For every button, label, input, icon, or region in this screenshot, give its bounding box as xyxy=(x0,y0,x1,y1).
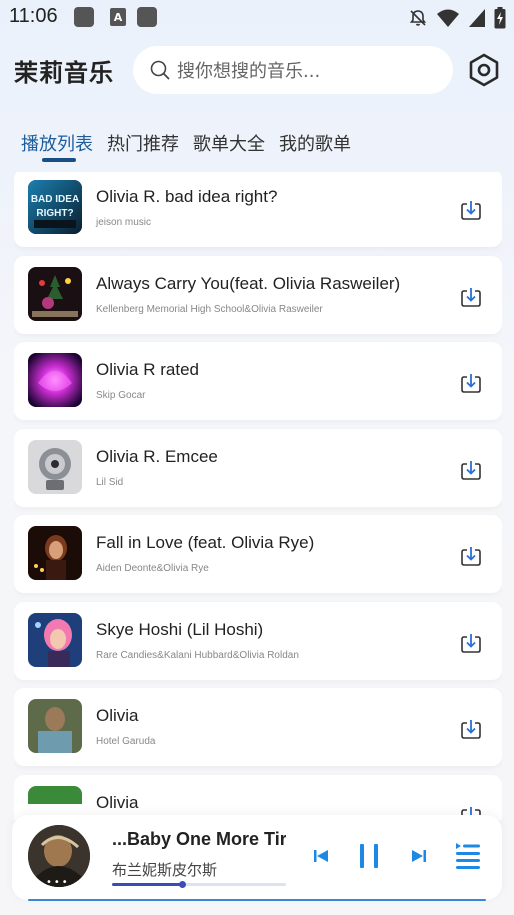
song-list-item[interactable]: BAD IDEA RIGHT? Olivia R. bad idea right… xyxy=(14,172,502,247)
app-a-icon: A xyxy=(110,8,126,26)
song-artist: jeison music xyxy=(96,217,152,228)
song-list-item[interactable]: Olivia Hotel Garuda xyxy=(14,688,502,766)
album-cover-pink-hair xyxy=(28,613,82,667)
tab-hot-recommendations[interactable]: 热门推荐 xyxy=(107,130,179,168)
status-time: 11:06 xyxy=(9,5,58,27)
signal-icon xyxy=(469,9,485,27)
song-title: Olivia R. Emcee xyxy=(96,447,218,466)
song-list-item[interactable]: Olivia R rated Skip Gocar xyxy=(14,342,502,420)
playlist-icon xyxy=(456,843,480,869)
song-list-item[interactable]: Always Carry You(feat. Olivia Rasweiler)… xyxy=(14,256,502,334)
album-cover-neon-tree xyxy=(28,267,82,321)
song-title: Olivia R rated xyxy=(96,360,199,379)
download-icon[interactable] xyxy=(460,199,482,221)
song-list-item[interactable]: Skye Hoshi (Lil Hoshi) Rare Candies&Kala… xyxy=(14,602,502,680)
search-input[interactable]: 搜你想搜的音乐... xyxy=(133,46,453,94)
download-icon[interactable] xyxy=(460,286,482,308)
search-placeholder: 搜你想搜的音乐... xyxy=(177,61,321,82)
previous-button[interactable] xyxy=(312,847,330,865)
tab-playlist[interactable]: 播放列表 xyxy=(21,130,93,168)
notification-icon xyxy=(74,7,94,27)
download-icon[interactable] xyxy=(460,459,482,481)
next-button[interactable] xyxy=(410,847,428,865)
song-title: Fall in Love (feat. Olivia Rye) xyxy=(96,533,315,552)
skip-previous-icon xyxy=(314,850,328,862)
download-icon[interactable] xyxy=(460,372,482,394)
song-title: Olivia R. bad idea right? xyxy=(96,187,278,206)
player-song-title: ...Baby One More Tir xyxy=(112,829,286,849)
tab-all-playlists[interactable]: 歌单大全 xyxy=(193,130,265,168)
player-bottom-accent xyxy=(28,899,486,901)
svg-text:RIGHT?: RIGHT? xyxy=(36,208,73,219)
song-list-item[interactable]: Olivia xyxy=(14,775,502,820)
svg-text:BAD IDEA: BAD IDEA xyxy=(31,194,79,205)
download-icon[interactable] xyxy=(460,545,482,567)
status-icons xyxy=(408,6,506,30)
album-cover-portrait xyxy=(28,699,82,753)
playlist-button[interactable] xyxy=(454,841,482,871)
song-title: Always Carry You(feat. Olivia Rasweiler) xyxy=(96,274,401,293)
song-artist: Kellenberg Memorial High School&Olivia R… xyxy=(96,304,323,315)
song-title: Olivia xyxy=(96,706,139,725)
mini-player[interactable]: ••• ...Baby One More Tir 布兰妮斯皮尔斯 xyxy=(12,815,502,900)
tab-bar: 播放列表 热门推荐 歌单大全 我的歌单 xyxy=(21,130,351,168)
battery-icon xyxy=(494,7,506,29)
song-list-item[interactable]: Olivia R. Emcee Lil Sid xyxy=(14,429,502,507)
album-cover-candles xyxy=(28,526,82,580)
wifi-icon xyxy=(437,9,459,27)
notification-square-icon xyxy=(137,7,157,27)
search-icon xyxy=(150,60,170,80)
album-cover-bad-idea-right: BAD IDEA RIGHT? xyxy=(28,180,82,234)
song-title: Skye Hoshi (Lil Hoshi) xyxy=(96,620,264,639)
song-artist: Aiden Deonte&Olivia Rye xyxy=(96,563,209,574)
progress-knob[interactable] xyxy=(178,881,186,888)
album-cover-robot xyxy=(28,440,82,494)
download-icon[interactable] xyxy=(460,632,482,654)
download-icon[interactable] xyxy=(460,718,482,740)
song-artist: Skip Gocar xyxy=(96,390,146,401)
song-artist: Lil Sid xyxy=(96,477,124,488)
player-cover-dots: ••• xyxy=(46,877,70,888)
pause-button[interactable] xyxy=(356,842,382,870)
player-artist: 布兰妮斯皮尔斯 xyxy=(112,861,218,879)
hexagon-settings-icon xyxy=(469,53,499,87)
tab-my-playlists[interactable]: 我的歌单 xyxy=(279,130,351,168)
pause-icon xyxy=(360,844,378,868)
mute-bell-icon xyxy=(409,10,427,26)
progress-bar[interactable] xyxy=(112,881,286,888)
album-cover-purple-glow xyxy=(28,353,82,407)
song-list[interactable]: BAD IDEA RIGHT? Olivia R. bad idea right… xyxy=(14,172,502,820)
progress-fill xyxy=(112,883,182,886)
song-title: Olivia xyxy=(96,793,139,812)
skip-next-icon xyxy=(412,850,426,862)
settings-button[interactable] xyxy=(466,52,502,88)
status-bar: 11:06 A xyxy=(0,0,514,36)
song-artist: Hotel Garuda xyxy=(96,736,156,747)
app-title: 茉莉音乐 xyxy=(14,59,114,87)
active-tab-indicator xyxy=(42,158,76,162)
song-artist: Rare Candies&Kalani Hubbard&Olivia Rolda… xyxy=(96,650,299,661)
song-list-item[interactable]: Fall in Love (feat. Olivia Rye) Aiden De… xyxy=(14,515,502,593)
